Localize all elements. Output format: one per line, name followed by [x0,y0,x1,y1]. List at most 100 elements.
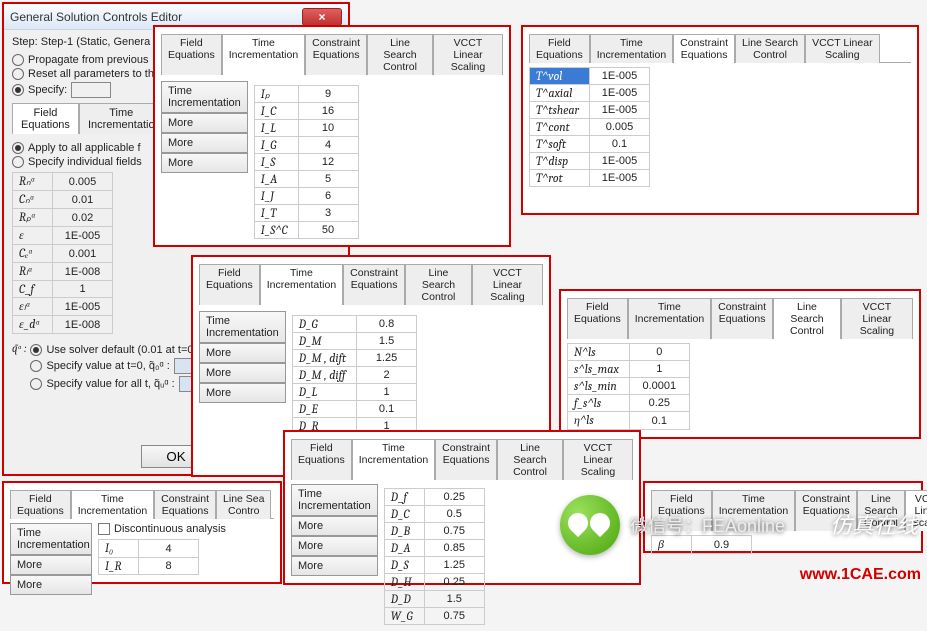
param-value[interactable]: 1.25 [357,350,417,367]
param-value[interactable]: 0.85 [424,540,484,557]
tab-fe[interactable]: Field Equations [199,264,260,305]
side-time-inc[interactable]: Time Incrementation [291,484,378,516]
param-value[interactable]: 0.25 [629,395,689,412]
tab-ce[interactable]: Constraint Equations [305,34,367,75]
param-value[interactable]: 1 [357,384,417,401]
param-value[interactable]: 0.75 [424,523,484,540]
param-symbol: T^soft [530,136,590,153]
side-more[interactable]: More [291,536,378,556]
param-value[interactable]: 0.1 [590,136,650,153]
tab-ti[interactable]: Time Incrementation [590,34,673,63]
tab-ls[interactable]: Line Search Control [405,264,472,305]
tab-field-equations[interactable]: Field Equations [12,103,79,134]
param-value[interactable]: 12 [298,154,358,171]
param-value[interactable]: 1.25 [424,557,484,574]
param-value[interactable]: 1.5 [424,591,484,608]
tab-ce[interactable]: Constraint Equations [673,34,735,63]
param-value[interactable]: 1E-005 [590,153,650,170]
tab-ti[interactable]: Time Incrementation [352,439,435,480]
param-value[interactable]: 2 [357,367,417,384]
side-more[interactable]: More [199,363,286,383]
param-value[interactable]: 5 [298,171,358,188]
tab-vl[interactable]: VCCT Linear Scaling [472,264,543,305]
tab-fe[interactable]: Field Equations [10,490,71,519]
tab-ti[interactable]: Time Incrementation [628,298,711,339]
side-more[interactable]: More [199,343,286,363]
param-value[interactable]: 0.9 [692,536,752,554]
param-value[interactable]: 1 [53,281,113,298]
close-icon[interactable]: × [302,8,342,26]
param-value[interactable]: 50 [298,222,358,239]
param-value[interactable]: 4 [298,137,358,154]
param-value[interactable]: 1E-005 [53,227,113,245]
side-more[interactable]: More [161,113,248,133]
side-more[interactable]: More [291,556,378,576]
tab-fe[interactable]: Field Equations [291,439,352,480]
tab-ls[interactable]: Line Search Control [367,34,433,75]
tab-ti[interactable]: Time Incrementation [71,490,154,519]
side-time-inc[interactable]: Time Incrementation [199,311,286,343]
param-value[interactable]: 1E-005 [590,102,650,119]
param-value[interactable]: 8 [139,558,199,575]
param-value[interactable]: 16 [298,103,358,120]
tab-fe[interactable]: Field Equations [567,298,628,339]
tab-vl[interactable]: VCCT Linear Scaling [563,439,633,480]
param-value[interactable]: 0.8 [357,316,417,333]
tab-ti[interactable]: Time Incrementation [222,34,305,75]
tab-ls[interactable]: Line Search Control [735,34,805,63]
side-time-inc[interactable]: Time Incrementation [161,81,248,113]
param-value[interactable]: 0.1 [357,401,417,418]
param-value[interactable]: 0.01 [53,191,113,209]
param-value[interactable]: 0.5 [424,506,484,523]
tab-fe[interactable]: Field Equations [161,34,222,75]
tab-ce[interactable]: Constraint Equations [343,264,405,305]
tab-vl[interactable]: VCCT Linear Scaling [841,298,913,339]
tab-ls[interactable]: Line Sea Contro [216,490,271,519]
tab-ce[interactable]: Constraint Equations [154,490,216,519]
side-time-inc[interactable]: Time Incrementation [10,523,92,555]
param-value[interactable]: 3 [298,205,358,222]
param-value[interactable]: 1E-005 [590,170,650,187]
param-value[interactable]: 0.75 [424,608,484,625]
param-value[interactable]: 1E-005 [590,68,650,85]
param-symbol: D_A [384,540,424,557]
tab-ti[interactable]: Time Incrementation [260,264,343,305]
table-p2: Iₚ9I_C16I_L10I_G4I_S12I_A5I_J6I_T3I_S^C5… [254,85,359,239]
checkbox-discontinuous[interactable] [98,523,110,535]
param-value[interactable]: 0.005 [590,119,650,136]
side-more[interactable]: More [161,153,248,173]
tab-ls[interactable]: Line Search Control [497,439,563,480]
side-more[interactable]: More [10,555,92,575]
side-more[interactable]: More [161,133,248,153]
side-more[interactable]: More [291,516,378,536]
param-value[interactable]: 1E-005 [590,85,650,102]
tab-vl[interactable]: VCCT Linear Scaling [805,34,880,63]
param-value[interactable]: 9 [298,86,358,103]
param-value[interactable]: 1E-008 [53,263,113,281]
param-value[interactable]: 1 [629,361,689,378]
param-value[interactable]: 4 [139,540,199,558]
tab-vl[interactable]: VCCT Linear Scaling [433,34,503,75]
param-value[interactable]: 0.005 [53,173,113,191]
param-value[interactable]: 0.1 [629,412,689,430]
tab-ce[interactable]: Constraint Equations [435,439,497,480]
param-value[interactable]: 0.02 [53,209,113,227]
param-value[interactable]: 0.25 [424,489,484,506]
tab-fe[interactable]: Field Equations [529,34,590,63]
side-more[interactable]: More [199,383,286,403]
tab-time-inc[interactable]: Time Incrementatio [79,103,164,134]
param-value[interactable]: 0.001 [53,245,113,263]
param-value[interactable]: 6 [298,188,358,205]
param-value[interactable]: 10 [298,120,358,137]
param-value[interactable]: 0.0001 [629,378,689,395]
side-more[interactable]: More [10,575,92,595]
param-value[interactable]: 1.5 [357,333,417,350]
tab-ls[interactable]: Line Search Control [773,298,841,339]
tab-ce[interactable]: Constraint Equations [711,298,773,339]
param-value[interactable]: 1E-005 [53,298,113,316]
param-value[interactable]: 0 [629,344,689,361]
param-value[interactable]: 1E-008 [53,316,113,334]
param-symbol: T^rot [530,170,590,187]
param-value[interactable]: 0.25 [424,574,484,591]
param-symbol: D_M [292,333,356,350]
